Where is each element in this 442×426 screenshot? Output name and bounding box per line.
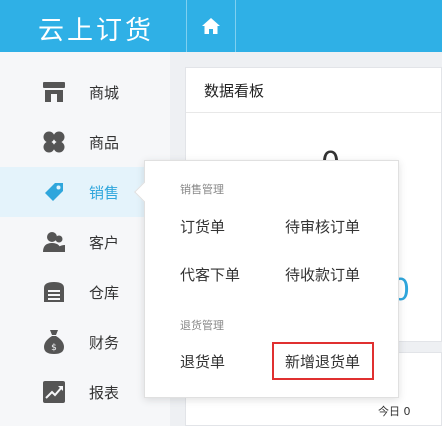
- goods-icon: [42, 130, 66, 154]
- divider: [186, 112, 441, 113]
- svg-text:$: $: [51, 343, 57, 353]
- section-title-sales-management: 销售管理: [180, 183, 224, 196]
- sidebar-item-label: 销售: [89, 183, 120, 202]
- store-icon: [42, 80, 66, 104]
- sidebar-item-label: 商品: [89, 133, 120, 152]
- highlight-box: [272, 342, 374, 380]
- sales-submenu: 销售管理 订货单 待审核订单 代客下单 待收款订单 退货管理 退货单 新增退货单: [134, 160, 399, 398]
- section-title-return-management: 退货管理: [180, 319, 224, 332]
- menu-item-order[interactable]: 订货单: [180, 216, 225, 237]
- home-button[interactable]: [186, 0, 236, 52]
- today-stat: 今日 0: [378, 405, 411, 418]
- sidebar-item-label: 财务: [89, 333, 120, 352]
- menu-item-return-order[interactable]: 退货单: [180, 351, 225, 372]
- menu-item-pending-payment-order[interactable]: 待收款订单: [285, 264, 360, 285]
- customer-icon: [42, 230, 66, 254]
- sidebar-item-label: 客户: [89, 233, 120, 252]
- money-bag-icon: $: [42, 330, 66, 354]
- home-icon: [202, 18, 220, 34]
- menu-item-place-order-for-customer[interactable]: 代客下单: [180, 264, 240, 285]
- sidebar-item-label: 商城: [89, 83, 120, 102]
- chart-icon: [42, 380, 66, 404]
- dashboard-title: 数据看板: [204, 82, 265, 100]
- app-logo: 云上订货: [38, 16, 155, 46]
- tag-icon: [42, 180, 66, 204]
- top-bar: 云上订货: [0, 0, 442, 52]
- menu-item-pending-review-order[interactable]: 待审核订单: [285, 216, 360, 237]
- sidebar-item-label: 仓库: [89, 283, 120, 302]
- sidebar-item-label: 报表: [89, 383, 120, 402]
- warehouse-icon: [42, 280, 66, 304]
- sidebar-item-store[interactable]: 商城: [0, 67, 170, 117]
